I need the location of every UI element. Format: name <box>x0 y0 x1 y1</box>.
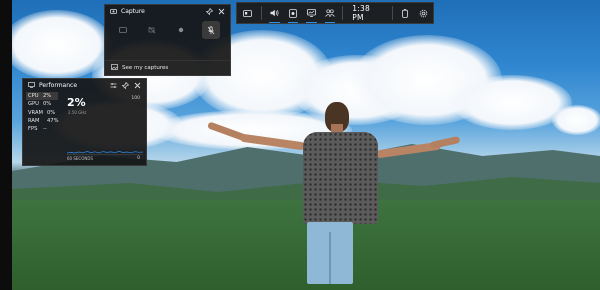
screen-edge <box>0 0 12 290</box>
screenshot-button[interactable] <box>115 22 131 38</box>
monitor-icon <box>27 81 36 90</box>
cpu-usage-value: 2% <box>67 96 86 109</box>
toolbar-divider <box>342 6 344 20</box>
record-last-button[interactable] <box>144 22 160 38</box>
xbox-social-button[interactable] <box>321 2 339 24</box>
toolbar-divider <box>392 6 394 20</box>
pin-icon[interactable] <box>121 81 130 90</box>
performance-button[interactable] <box>302 2 320 24</box>
capture-header[interactable]: Capture <box>105 5 230 17</box>
widget-menu-button[interactable] <box>237 2 258 24</box>
widget-menu-icon <box>243 9 253 17</box>
graph-max-label: 100 <box>131 96 140 101</box>
performance-title: Performance <box>39 81 78 89</box>
metric-row-fps[interactable]: FPS -- <box>28 125 59 133</box>
speaker-icon <box>270 9 279 17</box>
close-icon[interactable] <box>133 81 142 90</box>
close-icon[interactable] <box>217 7 226 16</box>
toolbar-divider <box>261 6 263 20</box>
graph-duration-label: 60 SECONDS <box>67 156 93 161</box>
options-icon[interactable] <box>109 81 118 90</box>
monitor-icon <box>307 9 316 17</box>
metric-row-cpu[interactable]: CPU 2% <box>26 92 58 101</box>
record-button[interactable] <box>173 22 189 38</box>
game-bar-toolbar: 1:38 PM <box>236 2 434 24</box>
cloud <box>552 105 600 135</box>
see-my-captures-link[interactable]: See my captures <box>105 60 230 75</box>
capture-button[interactable] <box>284 2 302 24</box>
usage-graph <box>67 151 143 155</box>
people-icon <box>325 9 335 17</box>
pin-icon[interactable] <box>205 7 214 16</box>
graph-min-label: 0 <box>137 156 140 161</box>
performance-widget: Performance CPU 2% GPU 0% VRAM 0% RAM 47% FP… <box>22 78 147 166</box>
capture-icon <box>289 8 297 18</box>
metric-row-gpu[interactable]: GPU 0% <box>28 100 59 108</box>
settings-button[interactable] <box>415 2 433 24</box>
gear-icon <box>419 9 428 17</box>
gallery-icon <box>111 64 118 72</box>
battery-icon <box>402 8 409 18</box>
camera-icon <box>109 7 118 16</box>
controller-button[interactable] <box>396 2 414 24</box>
see-my-captures-label: See my captures <box>122 65 169 71</box>
microphone-toggle-button[interactable] <box>201 21 220 39</box>
capture-widget: Capture See my captures <box>104 4 231 76</box>
usage-line <box>67 151 143 154</box>
metric-list: CPU 2% GPU 0% VRAM 0% RAM 47% FPS -- <box>26 92 59 133</box>
cpu-speed-value: 2.50 GHz <box>68 110 87 115</box>
metric-row-vram[interactable]: VRAM 0% <box>28 109 59 117</box>
clock: 1:38 PM <box>352 4 370 22</box>
performance-header[interactable]: Performance <box>23 79 146 91</box>
capture-title: Capture <box>121 7 145 15</box>
audio-button[interactable] <box>265 2 283 24</box>
metric-row-ram[interactable]: RAM 47% <box>28 117 59 125</box>
